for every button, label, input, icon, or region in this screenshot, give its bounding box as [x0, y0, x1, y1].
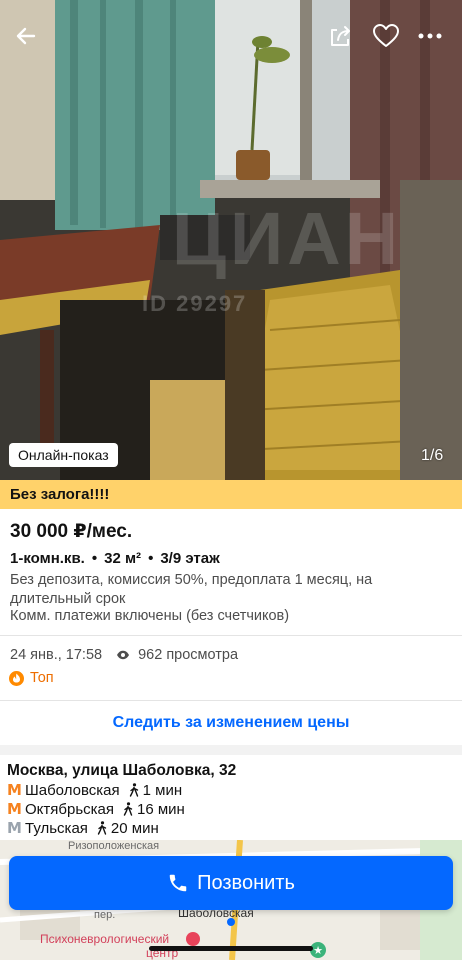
separator: • — [91, 550, 98, 567]
promo-banner: Без залога!!!! — [0, 480, 462, 509]
metro-name: Шаболовская — [25, 781, 120, 799]
metro-name: Октябрьская — [25, 800, 114, 818]
map-poi-label: Психоневрологический — [40, 932, 170, 946]
price: 30 000 ₽/мес. — [10, 521, 133, 542]
metro-time: 1 мин — [142, 781, 183, 799]
address[interactable]: Москва, улица Шаболовка, 32 — [7, 762, 236, 780]
publish-date: 24 янв., 17:58 — [10, 647, 103, 663]
more-button[interactable] — [412, 18, 448, 54]
photo-counter: 1/6 — [421, 447, 444, 464]
arrow-left-icon — [16, 27, 36, 45]
rooms: 1-комн.кв. — [10, 550, 85, 567]
section-gap — [0, 745, 462, 755]
floor: 3/9 этаж — [160, 550, 220, 567]
metro-name: Тульская — [25, 819, 88, 837]
watermark-id: ID 29297 — [142, 291, 248, 316]
home-indicator — [149, 946, 313, 951]
listing-meta: 24 янв., 17:58 962 просмотра — [10, 647, 238, 663]
walk-icon — [97, 821, 107, 835]
map-street-label: пер. — [94, 909, 116, 921]
separator: • — [148, 550, 154, 567]
metro-icon: М — [7, 781, 22, 799]
description: Без депозита, комиссия 50%, предоплата 1… — [10, 572, 373, 607]
back-button[interactable] — [8, 18, 44, 54]
top-badge: Топ — [9, 670, 54, 686]
listing-params: 1-комн.кв. • 32 м² • 3/9 этаж — [10, 550, 220, 567]
metro-icon: М — [7, 800, 22, 818]
share-icon — [331, 26, 350, 46]
listing-photo[interactable]: ЦИАН ID 29297 Онлайн-показ 1/6 — [0, 0, 462, 480]
walk-time: 16 мин — [123, 801, 185, 818]
metro-icon: М — [7, 819, 22, 837]
divider — [0, 635, 462, 636]
online-viewing-badge: Онлайн-показ — [9, 443, 118, 467]
views-count: 962 просмотра — [138, 647, 239, 663]
favorite-button[interactable] — [368, 18, 404, 54]
map-street-label: Ризоположенская — [68, 840, 160, 852]
views: 962 просмотра — [116, 647, 238, 663]
walk-time: 1 мин — [129, 781, 183, 799]
more-icon — [418, 33, 442, 39]
hospital-marker-icon — [186, 932, 200, 946]
location-pin-icon — [227, 918, 235, 926]
call-button-label: Позвонить — [197, 871, 295, 894]
walk-icon — [123, 802, 133, 816]
top-label: Топ — [30, 670, 54, 686]
watermark-logo: ЦИАН — [172, 197, 403, 280]
walk-icon — [129, 783, 138, 797]
call-button[interactable]: Позвонить — [9, 856, 453, 910]
metro-time: 16 мин — [137, 800, 185, 818]
fire-icon — [9, 670, 24, 686]
track-price-button[interactable]: Следить за изменением цены — [0, 701, 462, 745]
metro-item[interactable]: М Шаболовская 1 мин — [7, 781, 182, 799]
metro-item[interactable]: М Октябрьская 16 мин — [7, 800, 185, 818]
heart-icon — [373, 24, 399, 47]
metro-time: 20 мин — [110, 819, 159, 837]
area: 32 м² — [104, 550, 142, 567]
phone-icon — [169, 874, 187, 892]
metro-item[interactable]: М Тульская 20 мин — [7, 819, 159, 837]
walk-time: 20 мин — [97, 820, 159, 837]
eye-icon — [117, 650, 130, 660]
utilities-info: Комм. платежи включены (без счетчиков) — [10, 608, 290, 624]
share-button[interactable] — [322, 18, 358, 54]
